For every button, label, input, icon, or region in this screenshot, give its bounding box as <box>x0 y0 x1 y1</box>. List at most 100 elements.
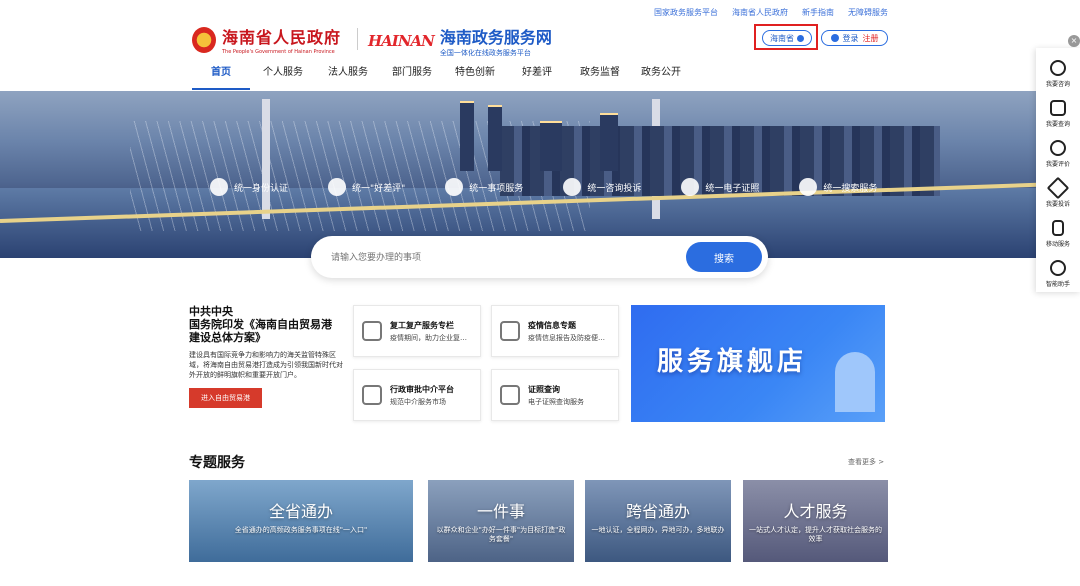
sidebar-assistant[interactable]: 智能助手 <box>1036 254 1080 294</box>
service-subtitle: 全国一体化在线政务服务平台 <box>439 49 531 57</box>
region-selector[interactable]: 海南省 <box>762 30 812 46</box>
search-bar: 搜索 <box>311 236 768 278</box>
shield-gear-icon <box>362 321 382 341</box>
card-resume-work[interactable]: 复工复产服务专栏疫情期间，助力企业复… <box>353 305 481 357</box>
card-intermediary[interactable]: 行政审批中介平台 规范中介服务市场 <box>353 369 481 421</box>
sidebar-mobile[interactable]: 移动服务 <box>1036 214 1080 254</box>
sidebar-consult[interactable]: 我要咨询 <box>1036 54 1080 94</box>
region-label: 海南省 <box>770 33 794 43</box>
smile-icon <box>328 178 347 196</box>
license-icon <box>681 178 700 196</box>
feature-items[interactable]: 统一事项服务 <box>445 178 523 196</box>
search-icon <box>799 178 818 196</box>
drop-icon <box>362 385 382 405</box>
feature-label: 统一事项服务 <box>469 183 524 194</box>
flagship-text: 服务旗舰店 <box>657 347 808 377</box>
feature-evaluation[interactable]: 统一"好差评" <box>328 178 405 196</box>
id-person-icon <box>210 178 228 196</box>
feature-label: 统一搜索服务 <box>823 183 878 194</box>
search-button[interactable]: 搜索 <box>686 242 762 272</box>
register-button[interactable]: 注册 <box>863 33 879 44</box>
nav-personal[interactable]: 个人服务 <box>250 64 316 90</box>
nav-evaluation[interactable]: 好差评 <box>506 64 568 90</box>
news-title-3[interactable]: 建设总体方案》 <box>189 332 345 345</box>
card-subtitle: 疫情期间，助力企业复… <box>390 333 467 342</box>
runner-illustration <box>835 352 875 412</box>
nav-innovation[interactable]: 特色创新 <box>444 64 506 90</box>
tile-subtitle: 以群众和企业"办好一件事"为目标打造"政务套餐" <box>436 526 566 543</box>
gov-logo[interactable]: 海南省人民政府 The People's Government of Haina… <box>192 24 341 55</box>
sidebar-query[interactable]: 我要查询 <box>1036 94 1080 134</box>
card-subtitle: 电子证照查询服务 <box>528 397 584 406</box>
tower-building <box>488 105 502 171</box>
tile-subtitle: 一地认证，全程网办，异地可办，多地联办 <box>591 526 725 534</box>
sidebar-evaluate[interactable]: 我要评价 <box>1036 134 1080 174</box>
top-links: 国家政务服务平台 海南省人民政府 新手指南 无障碍服务 <box>654 7 888 18</box>
logo-divider <box>357 28 358 50</box>
service-logo[interactable]: HAINAN 海南政务服务网 全国一体化在线政务服务平台 <box>368 24 552 58</box>
link-hainan-gov[interactable]: 海南省人民政府 <box>732 7 788 18</box>
card-epidemic-info[interactable]: 疫情信息专题疫情信息报告及防疫便… <box>491 305 619 357</box>
sidebar-label: 我要咨询 <box>1045 81 1070 88</box>
feature-identity[interactable]: 统一身份认证 <box>210 178 288 196</box>
tower-building <box>600 113 618 171</box>
flagship-store-banner[interactable]: 服务旗舰店 <box>631 305 885 422</box>
feature-label: 统一电子证照 <box>705 183 760 194</box>
nav-home[interactable]: 首页 <box>192 64 250 90</box>
tile-province-wide[interactable]: 全省通办 全省通办的高频政务服务事项在线"一入口" <box>189 480 413 562</box>
nav-legal-person[interactable]: 法人服务 <box>316 64 380 90</box>
card-license-query[interactable]: 证照查询 电子证照查询服务 <box>491 369 619 421</box>
building-icon <box>500 385 520 405</box>
view-more-link[interactable]: 查看更多 > <box>848 457 884 467</box>
tile-subtitle: 一站式人才认定，提升人才获取社会服务的效率 <box>749 526 882 543</box>
tile-cross-province[interactable]: 跨省通办 一地认证，全程网办，异地可办，多地联办 <box>585 480 731 562</box>
feature-label: 统一咨询投诉 <box>587 183 642 194</box>
tile-talent[interactable]: 人才服务 一站式人才认定，提升人才获取社会服务的效率 <box>743 480 888 562</box>
hero-banner <box>0 91 1080 258</box>
star-badge-icon <box>1050 140 1066 156</box>
tile-one-thing[interactable]: 一件事 以群众和企业"办好一件事"为目标打造"政务套餐" <box>428 480 574 562</box>
feature-label: 统一身份认证 <box>234 183 289 194</box>
user-icon <box>830 34 839 42</box>
feature-consult[interactable]: 统一咨询投诉 <box>563 178 641 196</box>
nav-department[interactable]: 部门服务 <box>380 64 444 90</box>
feature-label: 统一"好差评" <box>352 183 406 194</box>
hainan-mark: HAINAN <box>368 32 435 50</box>
link-national-platform[interactable]: 国家政务服务平台 <box>654 7 718 18</box>
link-accessibility[interactable]: 无障碍服务 <box>848 7 888 18</box>
nav-supervision[interactable]: 政务监督 <box>568 64 632 90</box>
pen-icon <box>1046 176 1070 200</box>
main-nav: 首页 个人服务 法人服务 部门服务 特色创新 好差评 政务监督 政务公开 <box>192 64 690 90</box>
gov-name-en: The People's Government of Hainan Provin… <box>222 49 335 55</box>
news-block: 中共中央 国务院印发《海南自由贸易港 建设总体方案》 建设具有国际竞争力和影响力… <box>189 306 345 408</box>
news-title-1[interactable]: 中共中央 <box>189 306 345 319</box>
search-input[interactable] <box>331 252 686 262</box>
news-body: 建设具有国际竞争力和影响力的海关监管特殊区域，将海南自由贸易港打造成为引领我国新… <box>189 351 343 379</box>
link-guide[interactable]: 新手指南 <box>802 7 834 18</box>
report-icon <box>500 321 520 341</box>
login-register[interactable]: 登录 注册 <box>821 30 888 46</box>
card-title: 复工复产服务专栏 <box>390 320 454 330</box>
sidebar-label: 智能助手 <box>1045 281 1070 288</box>
close-icon[interactable]: × <box>1068 35 1080 47</box>
tower-building <box>460 101 474 171</box>
doc-search-icon <box>1050 100 1066 116</box>
tile-title: 跨省通办 <box>625 502 690 521</box>
feature-license[interactable]: 统一电子证照 <box>681 178 759 196</box>
sidebar-label: 移动服务 <box>1045 241 1070 248</box>
card-title: 疫情信息专题 <box>528 320 576 330</box>
tile-subtitle: 全省通办的高频政务服务事项在线"一入口" <box>234 526 368 534</box>
sidebar-label: 我要查询 <box>1045 121 1070 128</box>
section-title: 专题服务 <box>189 455 245 471</box>
login-button[interactable]: 登录 <box>843 33 859 44</box>
location-icon <box>797 34 804 42</box>
card-subtitle: 疫情信息报告及防疫便… <box>528 333 605 342</box>
free-trade-port-button[interactable]: 进入自由贸易港 <box>189 388 262 408</box>
card-subtitle: 规范中介服务市场 <box>390 397 446 406</box>
feature-search[interactable]: 统一搜索服务 <box>799 178 877 196</box>
news-title-2[interactable]: 国务院印发《海南自由贸易港 <box>189 319 345 332</box>
floating-sidebar: 我要咨询 我要查询 我要评价 我要投诉 移动服务 智能助手 <box>1036 48 1080 292</box>
sidebar-complaint[interactable]: 我要投诉 <box>1036 174 1080 214</box>
nav-public-affairs[interactable]: 政务公开 <box>632 64 690 90</box>
robot-icon <box>1050 260 1066 276</box>
